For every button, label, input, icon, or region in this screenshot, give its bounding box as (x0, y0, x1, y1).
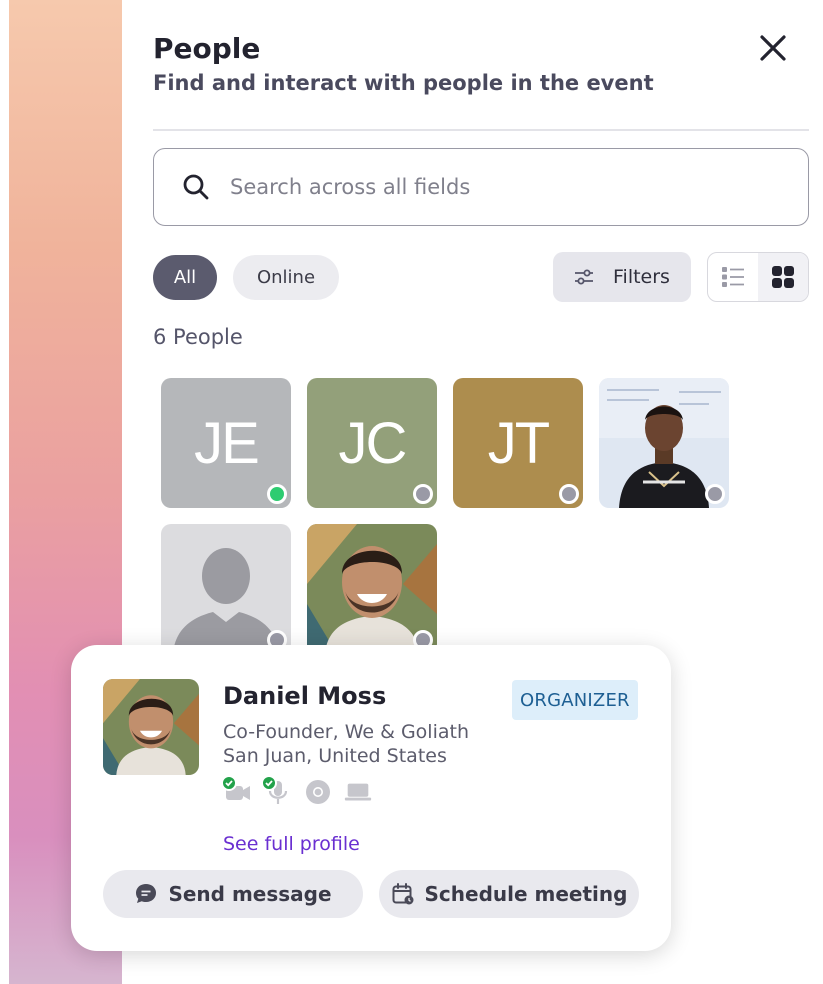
see-full-profile-link[interactable]: See full profile (223, 833, 360, 855)
header-divider (153, 129, 809, 131)
browser-status (303, 777, 333, 807)
filter-chip-online[interactable]: Online (233, 255, 339, 300)
filter-chip-all[interactable]: All (153, 255, 217, 300)
profile-popover: Daniel Moss ORGANIZER Co-Founder, We & G… (71, 645, 671, 951)
view-toggle (707, 252, 809, 302)
attendee-tile[interactable]: JC (307, 378, 437, 508)
offline-status-dot (559, 484, 579, 504)
filters-label: Filters (613, 266, 670, 288)
organizer-badge: ORGANIZER (512, 680, 638, 720)
browser-icon (306, 780, 330, 804)
search-icon (182, 172, 212, 202)
profile-name: Daniel Moss (223, 682, 387, 710)
grid-view-icon (772, 266, 794, 288)
send-message-label: Send message (168, 882, 332, 906)
schedule-meeting-label: Schedule meeting (424, 882, 628, 906)
list-view-icon (722, 267, 744, 287)
send-message-button[interactable]: Send message (103, 870, 363, 918)
profile-location: San Juan, United States (223, 745, 447, 767)
enabled-check-icon (221, 775, 237, 791)
laptop-status (343, 777, 373, 807)
close-button[interactable] (755, 30, 791, 66)
offline-status-dot (705, 484, 725, 504)
daniel-photo (103, 679, 199, 775)
panel-title: People (153, 32, 261, 65)
calendar-icon (392, 883, 414, 905)
offline-status-dot (413, 484, 433, 504)
attendee-tile[interactable] (599, 378, 729, 508)
list-view-button[interactable] (708, 253, 758, 301)
enabled-check-icon (261, 775, 277, 791)
search-placeholder: Search across all fields (230, 175, 471, 199)
attendee-tile[interactable]: JE (161, 378, 291, 508)
device-status-row (221, 775, 373, 807)
grid-view-button[interactable] (758, 253, 808, 301)
attendee-tile[interactable] (161, 524, 291, 654)
profile-role: Co-Founder, We & Goliath (223, 721, 469, 743)
attendee-tile[interactable]: JT (453, 378, 583, 508)
chat-bubble-icon (136, 884, 157, 903)
microphone-status (261, 775, 293, 807)
filters-button[interactable]: Filters (553, 252, 691, 302)
attendee-tile[interactable] (307, 524, 437, 654)
close-icon (760, 35, 786, 61)
panel-subtitle: Find and interact with people in the eve… (153, 71, 654, 95)
people-count: 6 People (153, 325, 243, 349)
schedule-meeting-button[interactable]: Schedule meeting (379, 870, 639, 918)
sliders-icon (575, 269, 593, 285)
profile-avatar (103, 679, 199, 775)
online-status-dot (267, 484, 287, 504)
laptop-icon (344, 783, 372, 801)
search-input[interactable]: Search across all fields (153, 148, 809, 226)
camera-status (221, 775, 253, 807)
